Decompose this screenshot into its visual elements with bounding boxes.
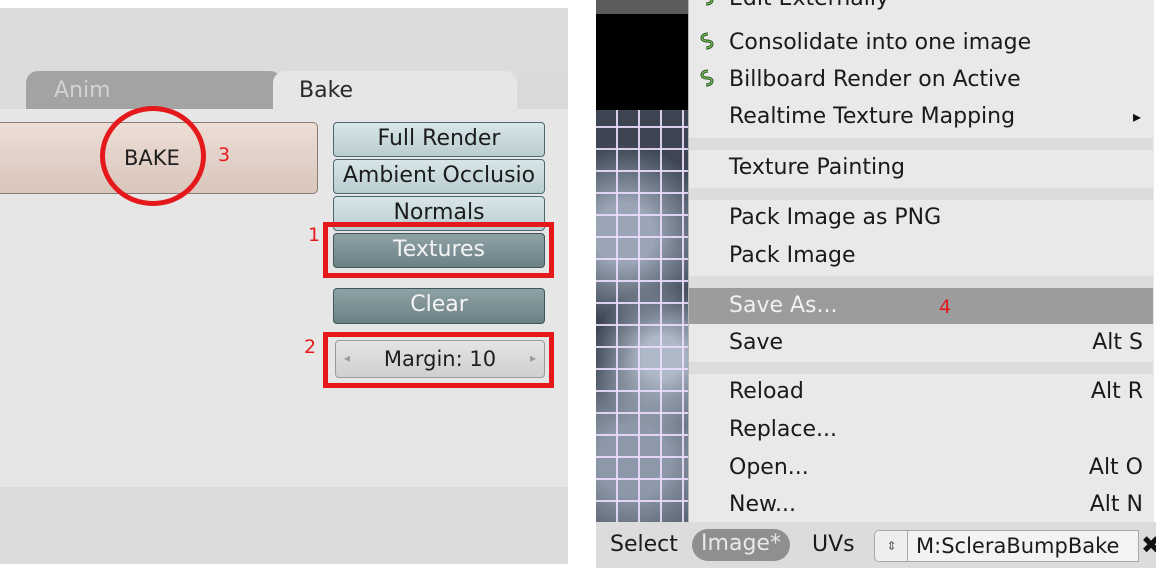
annotation-number-3: 3 [218, 144, 231, 166]
image-editor-background [596, 14, 691, 110]
menu-item-label: Replace... [729, 417, 838, 442]
select-menu[interactable]: Select [610, 532, 678, 557]
image-menu-button[interactable]: Image* [692, 529, 790, 561]
python-script-icon [697, 0, 719, 9]
menu-item-label: Billboard Render on Active [729, 67, 1021, 92]
annotation-number-1: 1 [308, 224, 321, 246]
bake-panel-screenshot: Anim Bake BAKE 3 Full Render Ambient Occ… [0, 0, 568, 568]
image-menu-dropdown: Edit Externally Consolidate into one ima… [688, 0, 1154, 522]
menu-item-texture-painting[interactable]: Texture Painting [689, 150, 1153, 188]
image-name-field[interactable]: M:ScleraBumpBake [907, 530, 1139, 562]
menu-item-pack-image[interactable]: Pack Image [689, 238, 1153, 276]
menu-item-label: Edit Externally [729, 0, 889, 11]
image-menu-screenshot: Edit Externally Consolidate into one ima… [596, 0, 1156, 568]
menu-separator [689, 138, 1153, 150]
menu-item-label: Save As... [729, 293, 838, 318]
tab-anim-label: Anim [54, 78, 111, 103]
bake-mode-full-render[interactable]: Full Render [333, 122, 545, 157]
menu-item-billboard-render[interactable]: Billboard Render on Active [689, 62, 1153, 100]
menu-item-save[interactable]: Save Alt S [689, 325, 1153, 363]
tab-bake-label: Bake [299, 78, 354, 103]
menu-item-label: Pack Image as PNG [729, 205, 942, 230]
menu-separator [689, 362, 1153, 374]
menu-item-label: Texture Painting [729, 155, 905, 180]
menu-item-label: Realtime Texture Mapping [729, 104, 1016, 129]
menu-item-open[interactable]: Open... Alt O [689, 450, 1153, 488]
menu-item-shortcut: Alt R [1090, 379, 1143, 404]
menu-item-replace[interactable]: Replace... [689, 412, 1153, 450]
annotation-box-textures [323, 222, 554, 278]
menu-item-reload[interactable]: Reload Alt R [689, 374, 1153, 412]
submenu-arrow-icon: ▸ [1132, 107, 1141, 126]
menu-item-save-as[interactable]: Save As... [689, 288, 1153, 324]
menu-separator [689, 276, 1153, 288]
annotation-number-2: 2 [304, 336, 317, 358]
uv-texture-preview [596, 110, 691, 522]
menu-item-shortcut: Alt O [1088, 455, 1143, 480]
menu-item-pack-image-png[interactable]: Pack Image as PNG [689, 200, 1153, 238]
close-icon[interactable]: ✖ [1141, 531, 1156, 559]
image-browse-icon[interactable]: ⇕ [874, 530, 908, 562]
menu-item-label: Pack Image [729, 243, 856, 268]
bake-mode-ambient-occlusion[interactable]: Ambient Occlusio [333, 159, 545, 194]
menu-item-label: Open... [729, 455, 809, 480]
panel-footer-area [0, 487, 568, 564]
menu-separator [689, 188, 1153, 200]
menu-item-realtime-texture-mapping[interactable]: Realtime Texture Mapping ▸ [689, 99, 1153, 137]
menu-item-label: Save [729, 330, 784, 355]
window-header-strip [596, 0, 691, 14]
menu-item-edit-externally[interactable]: Edit Externally [689, 0, 1153, 19]
python-script-icon [697, 68, 719, 90]
menu-item-new[interactable]: New... Alt N [689, 487, 1153, 525]
annotation-number-4: 4 [939, 296, 952, 318]
menu-item-label: Consolidate into one image [729, 30, 1032, 55]
menu-item-label: New... [729, 492, 796, 517]
menu-item-shortcut: Alt S [1092, 330, 1143, 355]
clear-button[interactable]: Clear [333, 288, 545, 324]
menu-item-consolidate[interactable]: Consolidate into one image [689, 25, 1153, 63]
menu-item-label: Reload [729, 379, 804, 404]
uvs-menu[interactable]: UVs [812, 532, 855, 557]
image-editor-header: Select Image* UVs ⇕ M:ScleraBumpBake ✖ [596, 522, 1156, 568]
annotation-box-margin [323, 332, 554, 388]
python-script-icon [697, 31, 719, 53]
menu-item-shortcut: Alt N [1089, 492, 1143, 517]
annotation-circle [100, 106, 206, 206]
